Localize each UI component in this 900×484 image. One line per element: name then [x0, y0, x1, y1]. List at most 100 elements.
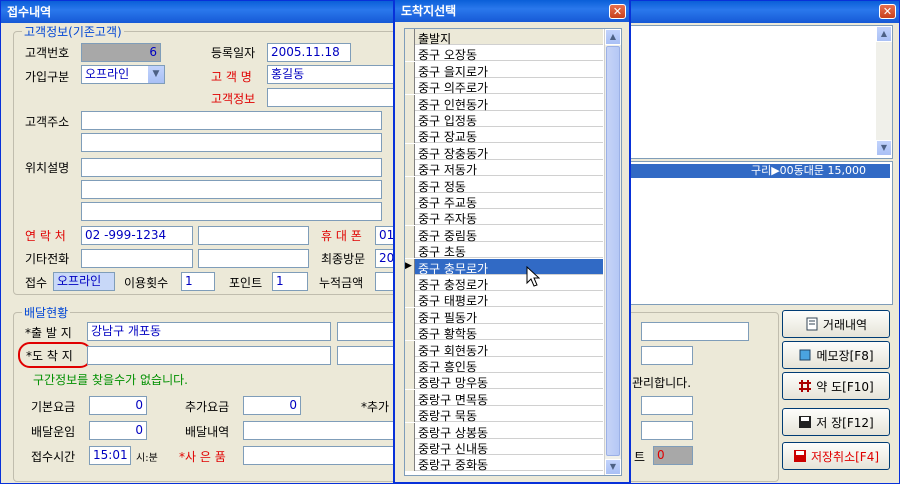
reg-date-field[interactable]: 2005.11.18: [267, 43, 351, 62]
address-label: 고객주소: [25, 115, 70, 129]
popup-title-bar: 도착지선택: [395, 0, 629, 22]
info-label: 고객정보: [211, 92, 256, 106]
origin-field[interactable]: 강남구 개포동: [87, 322, 331, 341]
list-item[interactable]: 중구 정동: [405, 176, 603, 194]
memo-scrollbar[interactable]: ▲ ▼: [876, 26, 892, 156]
total-amount-label: 누적금액: [319, 276, 364, 290]
location-field-2[interactable]: [81, 180, 382, 199]
list-item[interactable]: 중랑구 중화동: [405, 455, 603, 472]
cancel-save-button[interactable]: 저장취소[F4]: [782, 442, 890, 470]
delivery-fee-field[interactable]: 0: [89, 421, 147, 440]
join-type-value: 오프라인: [85, 67, 130, 81]
scroll-up-icon[interactable]: ▲: [876, 26, 892, 42]
contact-extra-field[interactable]: [198, 226, 309, 245]
point-field: 1: [272, 272, 308, 291]
list-item[interactable]: 중구 흥인동: [405, 357, 603, 374]
history-list[interactable]: 구리▶00동대문 15,000: [629, 161, 893, 305]
save-button[interactable]: 저 장[F12]: [782, 408, 890, 436]
row-marker: [405, 324, 415, 341]
list-scroll-thumb[interactable]: [606, 46, 620, 456]
list-item[interactable]: 중구 인현동가: [405, 94, 603, 112]
list-item[interactable]: 중구 을지로가: [405, 61, 603, 79]
join-type-select[interactable]: 오프라인 ▼: [81, 65, 165, 84]
contact-field[interactable]: 02 -999-1234: [81, 226, 193, 245]
list-item[interactable]: 중구 필동가: [405, 307, 603, 325]
location-field-1[interactable]: [81, 158, 382, 177]
list-item[interactable]: 중구 장교동: [405, 127, 603, 144]
list-item[interactable]: 중구 태평로가: [405, 291, 603, 308]
list-item[interactable]: 중구 중림동: [405, 225, 603, 243]
destination-field[interactable]: [87, 346, 331, 365]
scroll-down-icon[interactable]: ▼: [876, 140, 892, 156]
row-pointer-icon: ▶: [405, 258, 415, 275]
row-marker: [405, 78, 415, 95]
list-scrollbar[interactable]: ▲ ▼: [604, 29, 621, 475]
reg-date-label: 등록일자: [211, 46, 256, 60]
row-marker: [405, 94, 415, 111]
list-item[interactable]: 중랑구 상봉동: [405, 422, 603, 440]
delivery-detail-label: 배달내역: [185, 425, 230, 439]
list-item[interactable]: 중구 의주로가: [405, 78, 603, 95]
list-item[interactable]: 중구 오장동: [405, 45, 603, 62]
extra2-right-field[interactable]: [641, 396, 693, 415]
name-field[interactable]: 홍길동: [267, 65, 397, 84]
other-phone-label: 기타전화: [25, 252, 70, 266]
list-item[interactable]: ▶ 중구 충무로가: [405, 258, 603, 276]
list-item[interactable]: 중랑구 망우동: [405, 373, 603, 390]
delivery-detail-field[interactable]: [243, 421, 397, 440]
row-marker: [405, 209, 415, 226]
list-item[interactable]: 중랑구 면목동: [405, 389, 603, 407]
list-item[interactable]: 중구 저동가: [405, 160, 603, 177]
list-item[interactable]: 중구 주교동: [405, 193, 603, 210]
use-count-field: 1: [181, 272, 215, 291]
extra-fee-field[interactable]: 0: [243, 396, 301, 415]
destination-list[interactable]: 출발지 중구 오장동 중구 을지로가 중구 의주로가 중구 인현동가 중구 입정동 중구 장…: [404, 28, 622, 476]
receipt-time-field[interactable]: 15:01: [89, 446, 131, 465]
point-tail-label: 트: [634, 450, 646, 464]
map-button[interactable]: 약 도[F10]: [782, 372, 890, 400]
point-tail-field: 0: [653, 446, 693, 465]
origin-extra-field[interactable]: [337, 322, 397, 341]
popup-close-icon[interactable]: ✕: [609, 4, 626, 19]
memo-area[interactable]: ▲ ▼: [629, 25, 893, 159]
goods-field[interactable]: [243, 446, 397, 465]
row-marker: [405, 307, 415, 324]
list-item[interactable]: 중구 충정로가: [405, 275, 603, 292]
row-marker: [405, 29, 415, 45]
row-marker: [405, 193, 415, 209]
memo-button[interactable]: 메모장[F8]: [782, 341, 890, 369]
destination-extra-field[interactable]: [337, 346, 397, 365]
list-scroll-up-icon[interactable]: ▲: [605, 29, 621, 45]
location-field-3[interactable]: [81, 202, 382, 221]
row-marker: [405, 373, 415, 390]
base-fee-field[interactable]: 0: [89, 396, 147, 415]
list-scroll-down-icon[interactable]: ▼: [605, 459, 621, 475]
last-visit-label: 최종방문: [321, 252, 366, 266]
chevron-down-icon[interactable]: ▼: [148, 66, 164, 83]
location-label: 위치설명: [25, 161, 70, 175]
list-item[interactable]: 중구 황학동: [405, 324, 603, 341]
row-marker: [405, 455, 415, 472]
destination-right-field[interactable]: [641, 346, 693, 365]
history-row[interactable]: 구리▶00동대문 15,000: [630, 164, 890, 178]
trade-history-button[interactable]: 거래내역: [782, 310, 890, 338]
other-phone-extra-field[interactable]: [198, 249, 309, 268]
list-item[interactable]: 중구 초동: [405, 242, 603, 259]
customer-no-label: 고객번호: [25, 46, 70, 60]
close-icon[interactable]: ✕: [879, 4, 896, 19]
delivery-detail-right-field[interactable]: [641, 421, 693, 440]
address-field-2[interactable]: [81, 133, 382, 152]
info-field[interactable]: [267, 88, 397, 107]
list-item[interactable]: 중랑구 신내동: [405, 439, 603, 456]
list-item[interactable]: 중구 입정동: [405, 111, 603, 128]
list-item[interactable]: 중구 장충동가: [405, 143, 603, 161]
list-item[interactable]: 중구 회현동가: [405, 340, 603, 358]
list-item[interactable]: 중구 주자동: [405, 209, 603, 226]
map-button-label: 약 도[F10]: [816, 379, 874, 394]
other-phone-field[interactable]: [81, 249, 193, 268]
address-field-1[interactable]: [81, 111, 382, 130]
popup-title: 도착지선택: [401, 4, 457, 18]
list-item[interactable]: 중랑구 묵동: [405, 406, 603, 423]
origin-right-field[interactable]: [641, 322, 749, 341]
extra2-label: *추가: [361, 400, 390, 414]
